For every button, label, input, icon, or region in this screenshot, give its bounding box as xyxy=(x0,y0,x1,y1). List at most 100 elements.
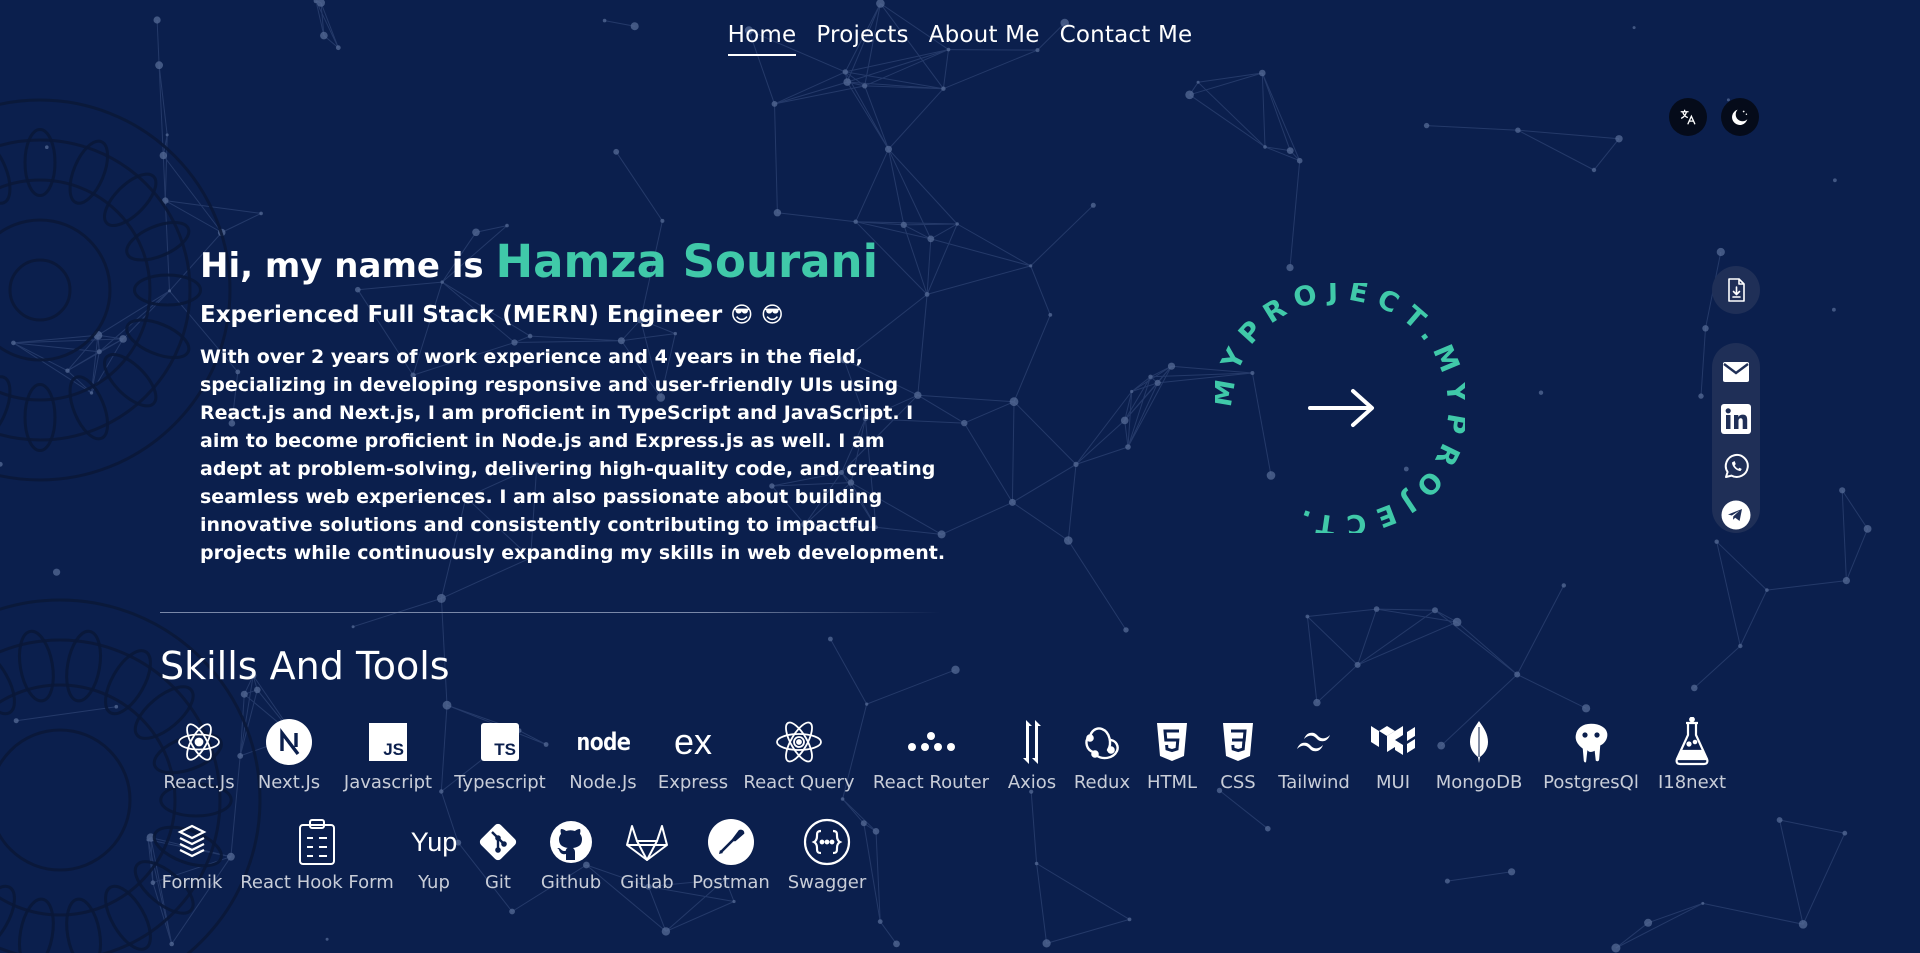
skill-html: HTML xyxy=(1144,714,1200,814)
resume-download-button[interactable] xyxy=(1712,266,1760,314)
section-divider xyxy=(160,612,940,613)
hero-bio: With over 2 years of work experience and… xyxy=(200,346,946,564)
skill-css: CSS xyxy=(1214,714,1262,814)
formik-icon xyxy=(177,824,207,858)
skill-javascript: JS Javascript xyxy=(339,714,437,814)
js-glyph: JS xyxy=(383,740,404,759)
mandala-petal xyxy=(68,139,110,205)
social-links-bar xyxy=(1712,343,1760,533)
skill-typescript: TS Typescript xyxy=(451,714,549,814)
greeting-text: Hi, my name is xyxy=(200,246,484,286)
skill-mongodb: MongoDB xyxy=(1432,714,1526,814)
skill-formik: Formik xyxy=(160,814,224,914)
gitlab-icon xyxy=(626,825,668,861)
html5-icon xyxy=(1157,723,1187,761)
i18next-icon xyxy=(1675,717,1709,766)
skill-github: Github xyxy=(536,814,606,914)
arrow-right-icon xyxy=(1308,389,1374,427)
theme-toggle-button[interactable] xyxy=(1721,98,1759,136)
mandala-petal xyxy=(103,172,158,227)
skills-title: Skills And Tools xyxy=(160,644,450,688)
telegram-icon xyxy=(1721,500,1751,530)
whatsapp-icon xyxy=(1724,453,1749,478)
skill-label: Gitlab xyxy=(620,872,674,893)
resume-download-icon xyxy=(1728,278,1745,302)
mui-icon xyxy=(1371,726,1415,755)
skill-label: Github xyxy=(540,872,602,893)
skill-label: React Router xyxy=(872,772,990,793)
skill-label: Node.Js xyxy=(569,772,637,793)
skill-label: Next.Js xyxy=(257,772,321,793)
yup-icon: Yup xyxy=(410,826,458,857)
skill-label: Git xyxy=(484,872,511,893)
mandala-petal xyxy=(104,884,152,951)
skill-mui: MUI xyxy=(1366,714,1420,814)
javascript-icon: JS xyxy=(369,723,407,761)
mandala-petal xyxy=(125,220,191,262)
skill-react-router: React Router xyxy=(869,714,993,814)
react-query-icon xyxy=(776,721,822,763)
skill-label: React Query xyxy=(743,772,855,793)
mandala-petal xyxy=(17,897,55,953)
ts-glyph: TS xyxy=(494,740,516,759)
linkedin-link[interactable] xyxy=(1721,404,1751,434)
skill-label: MongoDB xyxy=(1435,772,1523,793)
css3-icon xyxy=(1223,723,1253,761)
skill-yup: Yup Yup xyxy=(408,814,460,914)
skill-label: Tailwind xyxy=(1278,772,1350,793)
my-project-circle-button[interactable]: MYPROJECT.MYPROJECT. xyxy=(1215,283,1465,533)
skill-label: CSS xyxy=(1220,772,1256,793)
hero-name: Hamza Sourani xyxy=(495,235,879,288)
nextjs-icon xyxy=(266,719,312,765)
nav-home[interactable]: Home xyxy=(727,22,797,56)
nav-projects[interactable]: Projects xyxy=(816,22,908,56)
hero-greeting: Hi, my name is Hamza Sourani xyxy=(200,236,950,292)
translate-button[interactable] xyxy=(1669,98,1707,136)
skill-i18next: I18next xyxy=(1654,714,1730,814)
skill-label: MUI xyxy=(1375,772,1410,793)
mongodb-icon xyxy=(1470,721,1488,763)
postman-icon xyxy=(708,819,754,865)
skill-react: React.Js xyxy=(160,714,238,814)
skill-label: HTML xyxy=(1146,772,1198,793)
skill-postman: Postman xyxy=(689,814,773,914)
sunglasses-emoji: 😎 😎 xyxy=(730,303,784,328)
nav-about-me[interactable]: About Me xyxy=(929,22,1040,56)
skill-tailwind: Tailwind xyxy=(1274,714,1354,814)
mandala-petal xyxy=(103,353,158,408)
skill-express: ex Express xyxy=(657,714,729,814)
react-router-icon xyxy=(908,732,955,751)
skill-label: Postman xyxy=(692,872,770,893)
hero-section: Hi, my name is Hamza Sourani Experienced… xyxy=(200,236,950,567)
skill-label: Yup xyxy=(418,872,450,893)
skill-label: Formik xyxy=(161,872,223,893)
tailwind-icon xyxy=(1297,732,1330,752)
mandala-petal xyxy=(68,375,110,441)
mandala-petal xyxy=(104,649,152,716)
skill-nodejs: node Node.Js xyxy=(563,714,643,814)
skill-label: Swagger xyxy=(787,872,867,893)
skill-react-query: React Query xyxy=(743,714,855,814)
nav-contact-me[interactable]: Contact Me xyxy=(1060,22,1193,56)
skill-label: I18next xyxy=(1657,772,1727,793)
redux-icon xyxy=(1085,727,1119,760)
hero-role: Experienced Full Stack (MERN) Engineer 😎… xyxy=(200,300,950,331)
skill-react-hook-form: React Hook Form xyxy=(238,814,396,914)
email-link[interactable] xyxy=(1721,357,1751,387)
skill-label: PostgresQl xyxy=(1543,772,1639,793)
translate-icon xyxy=(1680,109,1696,125)
react-hook-form-icon xyxy=(299,819,335,865)
mail-icon xyxy=(1723,362,1749,382)
moon-icon xyxy=(1732,109,1748,125)
axios-icon xyxy=(1023,720,1041,764)
mandala-petal xyxy=(65,897,103,953)
telegram-link[interactable] xyxy=(1721,500,1751,530)
react-icon xyxy=(178,723,220,761)
main-nav: Home Projects About Me Contact Me xyxy=(0,22,1920,56)
skill-redux: Redux xyxy=(1072,714,1132,814)
skill-label: Redux xyxy=(1073,772,1131,793)
whatsapp-link[interactable] xyxy=(1721,452,1751,482)
nodejs-icon: node xyxy=(576,728,631,756)
skill-swagger: Swagger xyxy=(784,814,870,914)
skill-label: Axios xyxy=(1007,772,1057,793)
